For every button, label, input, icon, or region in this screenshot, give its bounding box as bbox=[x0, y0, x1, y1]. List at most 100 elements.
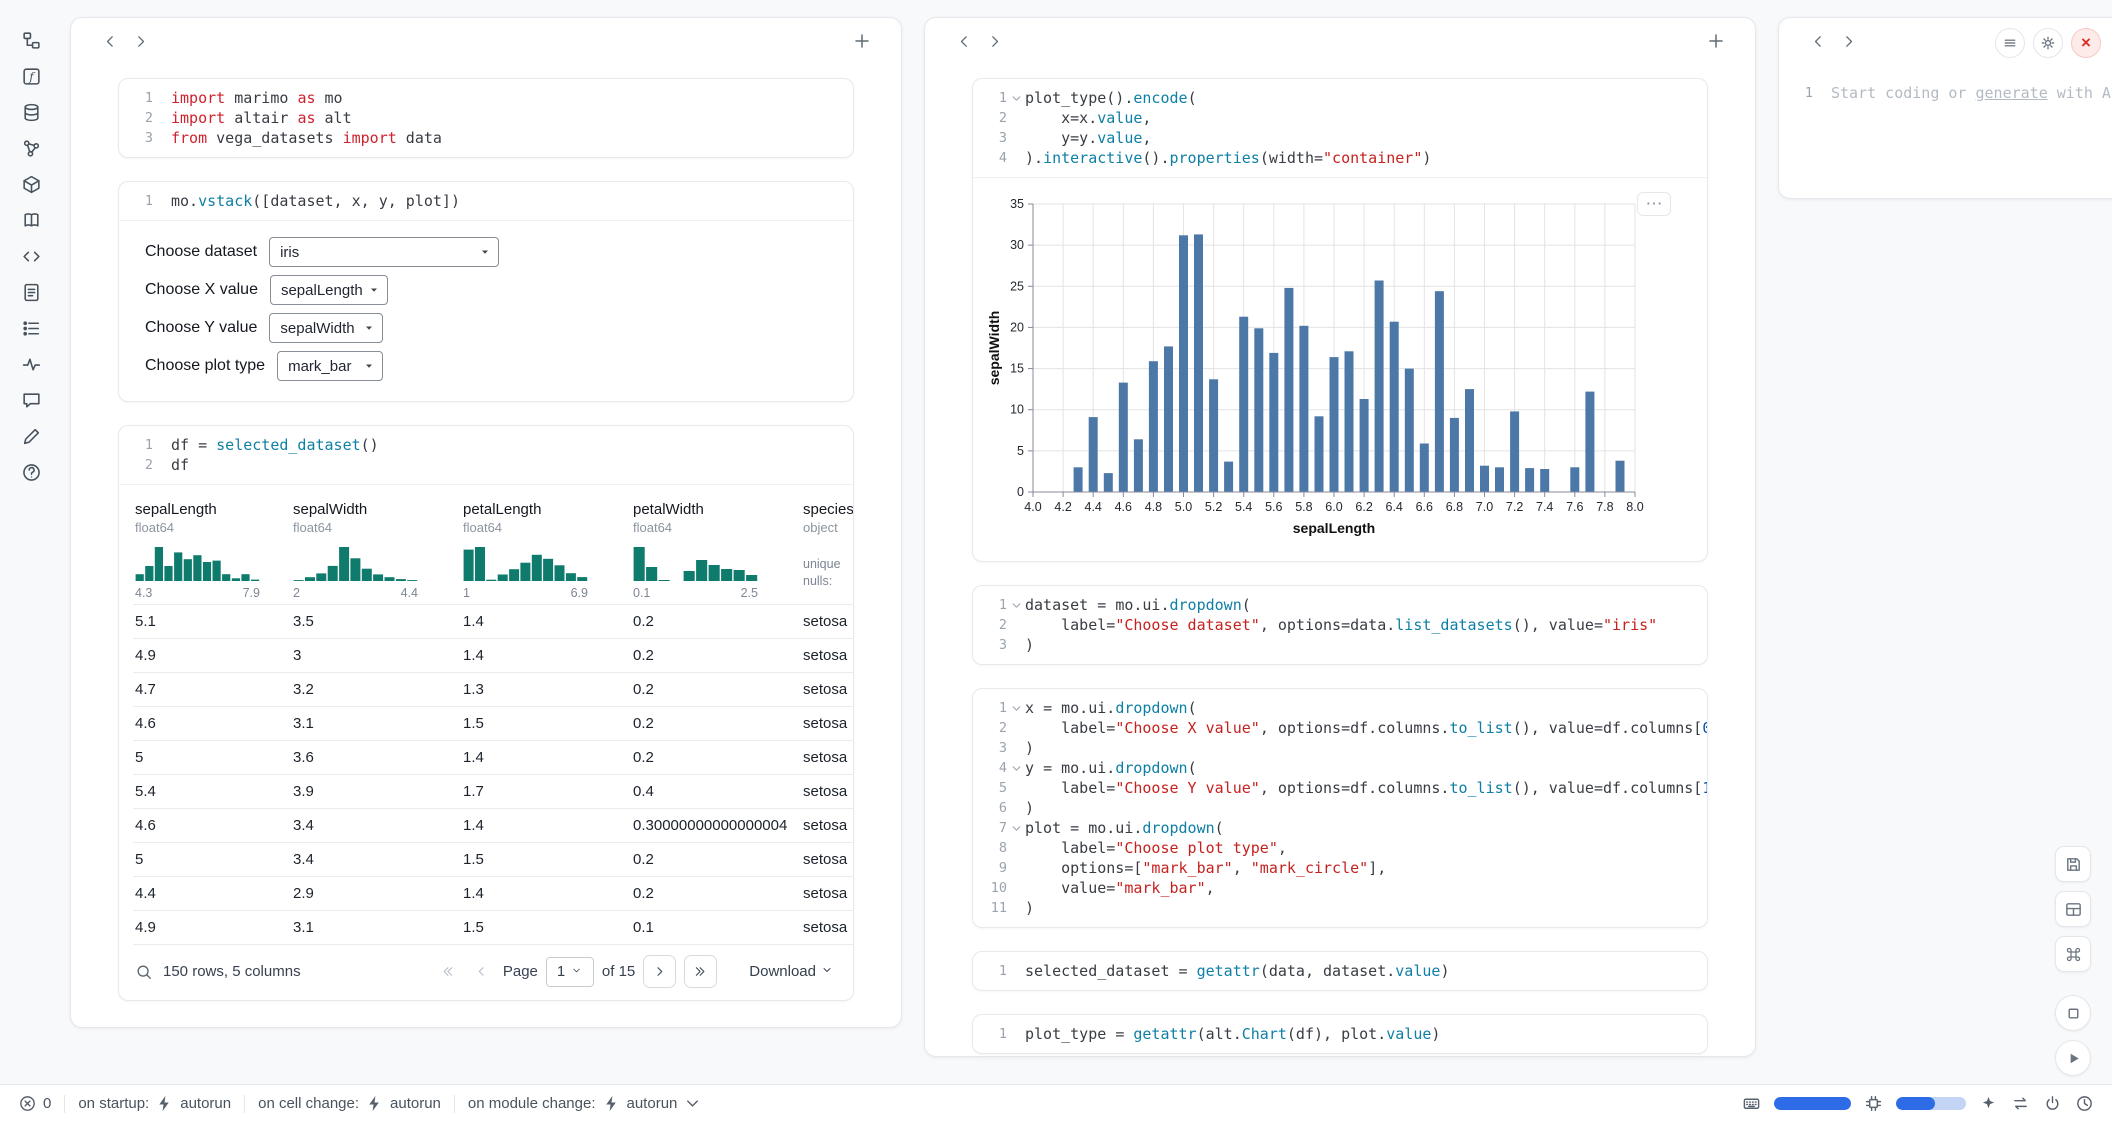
chart-options-button[interactable]: ⋯ bbox=[1637, 192, 1671, 216]
ui-controls-cell[interactable]: 1mo.vstack([dataset, x, y, plot]) Choose … bbox=[118, 181, 854, 402]
file-tree-icon[interactable] bbox=[18, 27, 44, 53]
panel-back-button[interactable] bbox=[1803, 26, 1833, 56]
outline-icon[interactable] bbox=[18, 315, 44, 341]
download-button[interactable]: Download bbox=[749, 963, 833, 980]
logs-icon[interactable] bbox=[18, 279, 44, 305]
panel-back-button[interactable] bbox=[949, 26, 979, 56]
line-number: 4 bbox=[973, 758, 1007, 778]
documentation-icon[interactable] bbox=[18, 207, 44, 233]
column-range: 24.4 bbox=[293, 586, 418, 600]
svg-text:5.8: 5.8 bbox=[1295, 500, 1312, 514]
dropdown-select[interactable]: mark_bar bbox=[277, 351, 383, 381]
run-setting[interactable]: on module change:autorun bbox=[468, 1094, 702, 1113]
settings-button[interactable] bbox=[2033, 28, 2063, 58]
snippets-icon[interactable] bbox=[18, 243, 44, 269]
stop-button[interactable] bbox=[2055, 995, 2091, 1031]
last-page-button[interactable] bbox=[684, 955, 717, 988]
scratchpad-icon[interactable] bbox=[18, 423, 44, 449]
fold-toggle-icon[interactable] bbox=[1007, 763, 1025, 774]
functions-icon[interactable]: f bbox=[18, 63, 44, 89]
previous-page-button[interactable] bbox=[469, 959, 495, 985]
fold-toggle-icon[interactable] bbox=[1007, 93, 1025, 104]
code-editor[interactable]: 1plot_type = getattr(alt.Chart(df), plot… bbox=[973, 1015, 1707, 1053]
plot-type-cell[interactable]: 1plot_type = getattr(alt.Chart(df), plot… bbox=[972, 1014, 1708, 1054]
panel-back-button[interactable] bbox=[95, 26, 125, 56]
code-editor[interactable]: 1x = mo.ui.dropdown(2 label="Choose X va… bbox=[973, 689, 1707, 927]
errors-indicator[interactable]: 0 bbox=[18, 1094, 51, 1113]
add-cell-button[interactable] bbox=[847, 26, 877, 56]
code-line: 2 label="Choose X value", options=df.col… bbox=[973, 718, 1707, 738]
swap-connection-button[interactable] bbox=[2011, 1094, 2030, 1113]
svg-text:7.0: 7.0 bbox=[1476, 500, 1493, 514]
table-cell: 1.5 bbox=[461, 911, 631, 945]
panel-forward-button[interactable] bbox=[979, 26, 1009, 56]
run-setting[interactable]: on startup:autorun bbox=[78, 1094, 231, 1113]
dropdown-select[interactable]: sepalLength bbox=[270, 275, 388, 305]
fold-toggle-icon[interactable] bbox=[1007, 600, 1025, 611]
plot-cell[interactable]: 1plot_type().encode(2 x=x.value,3 y=y.va… bbox=[972, 78, 1708, 562]
code-editor[interactable]: 1import marimo as mo2import altair as al… bbox=[119, 79, 853, 157]
runtime-power-button[interactable] bbox=[2043, 1094, 2062, 1113]
code-editor[interactable]: 1mo.vstack([dataset, x, y, plot]) bbox=[119, 182, 853, 220]
datasource-icon[interactable] bbox=[18, 99, 44, 125]
code-token: , bbox=[1206, 879, 1215, 897]
dropdown-select[interactable]: iris bbox=[269, 237, 499, 267]
dropdown-select[interactable]: sepalWidth bbox=[269, 313, 383, 343]
column-header[interactable]: sepalWidthfloat64 bbox=[291, 493, 461, 543]
column-header[interactable]: petalLengthfloat64 bbox=[461, 493, 631, 543]
code-token: ) bbox=[1025, 636, 1034, 654]
play-button[interactable] bbox=[2055, 1040, 2091, 1076]
next-page-button[interactable] bbox=[643, 955, 676, 988]
add-cell-button[interactable] bbox=[1701, 26, 1731, 56]
code-editor[interactable]: 1plot_type().encode(2 x=x.value,3 y=y.va… bbox=[973, 79, 1707, 177]
column-header[interactable]: petalWidthfloat64 bbox=[631, 493, 801, 543]
dropdown-control-row: Choose datasetiris bbox=[145, 237, 827, 267]
packages-icon[interactable] bbox=[18, 171, 44, 197]
generate-with-ai-link[interactable]: generate bbox=[1976, 84, 2048, 102]
history-button[interactable] bbox=[2075, 1094, 2094, 1113]
close-button[interactable]: × bbox=[2071, 28, 2101, 58]
xy-plot-dropdowns-cell[interactable]: 1x = mo.ui.dropdown(2 label="Choose X va… bbox=[972, 688, 1708, 928]
panel-forward-button[interactable] bbox=[1833, 26, 1863, 56]
line-number: 11 bbox=[973, 898, 1007, 918]
panel-forward-button[interactable] bbox=[125, 26, 155, 56]
keyboard-shortcuts-button[interactable] bbox=[1742, 1094, 1761, 1113]
run-setting[interactable]: on cell change:autorun bbox=[258, 1094, 441, 1113]
menu-button[interactable] bbox=[1995, 28, 2025, 58]
page-number-select[interactable]: 1 bbox=[546, 957, 594, 987]
ai-assistant-button[interactable] bbox=[1979, 1094, 1998, 1113]
fold-toggle-icon[interactable] bbox=[1007, 823, 1025, 834]
empty-cell-placeholder[interactable]: 1Start coding or generate with AI. bbox=[1779, 74, 2112, 112]
command-button[interactable] bbox=[2055, 936, 2091, 972]
chat-icon[interactable] bbox=[18, 387, 44, 413]
column-header[interactable]: sepalLengthfloat64 bbox=[133, 493, 291, 543]
code-token: = bbox=[198, 436, 216, 454]
dataset-dropdown-cell[interactable]: 1dataset = mo.ui.dropdown(2 label="Choos… bbox=[972, 585, 1708, 665]
selected-dataset-cell[interactable]: 1selected_dataset = getattr(data, datase… bbox=[972, 951, 1708, 991]
table-cell: setosa bbox=[801, 843, 853, 877]
code-token: selected_dataset bbox=[1025, 962, 1179, 980]
imports-cell[interactable]: 1import marimo as mo2import altair as al… bbox=[118, 78, 854, 158]
altair-bar-chart[interactable]: 4.04.24.44.64.85.05.25.45.65.86.06.26.46… bbox=[987, 190, 1647, 542]
code-token: label= bbox=[1025, 616, 1115, 634]
search-icon[interactable] bbox=[135, 963, 153, 981]
line-number: 3 bbox=[973, 738, 1007, 758]
code-editor[interactable]: 1selected_dataset = getattr(data, datase… bbox=[973, 952, 1707, 990]
save-button[interactable] bbox=[2055, 846, 2091, 882]
dropdown-label: Choose plot type bbox=[145, 357, 265, 375]
svg-text:4.2: 4.2 bbox=[1054, 500, 1071, 514]
svg-text:7.4: 7.4 bbox=[1536, 500, 1553, 514]
layout-button[interactable] bbox=[2055, 891, 2091, 927]
dependencies-icon[interactable] bbox=[18, 135, 44, 161]
code-editor[interactable]: 1df = selected_dataset()2df bbox=[119, 426, 853, 484]
svg-text:20: 20 bbox=[1010, 320, 1024, 334]
tracing-icon[interactable] bbox=[18, 351, 44, 377]
code-token: value bbox=[1386, 1025, 1431, 1043]
column-header[interactable]: speciesobject bbox=[801, 493, 853, 543]
first-page-button[interactable] bbox=[435, 959, 461, 985]
fold-toggle-icon[interactable] bbox=[1007, 703, 1025, 714]
column-dtype: float64 bbox=[135, 520, 281, 535]
help-icon[interactable] bbox=[18, 459, 44, 485]
dataframe-cell[interactable]: 1df = selected_dataset()2df sepalLengthfl… bbox=[118, 425, 854, 1001]
code-editor[interactable]: 1dataset = mo.ui.dropdown(2 label="Choos… bbox=[973, 586, 1707, 664]
